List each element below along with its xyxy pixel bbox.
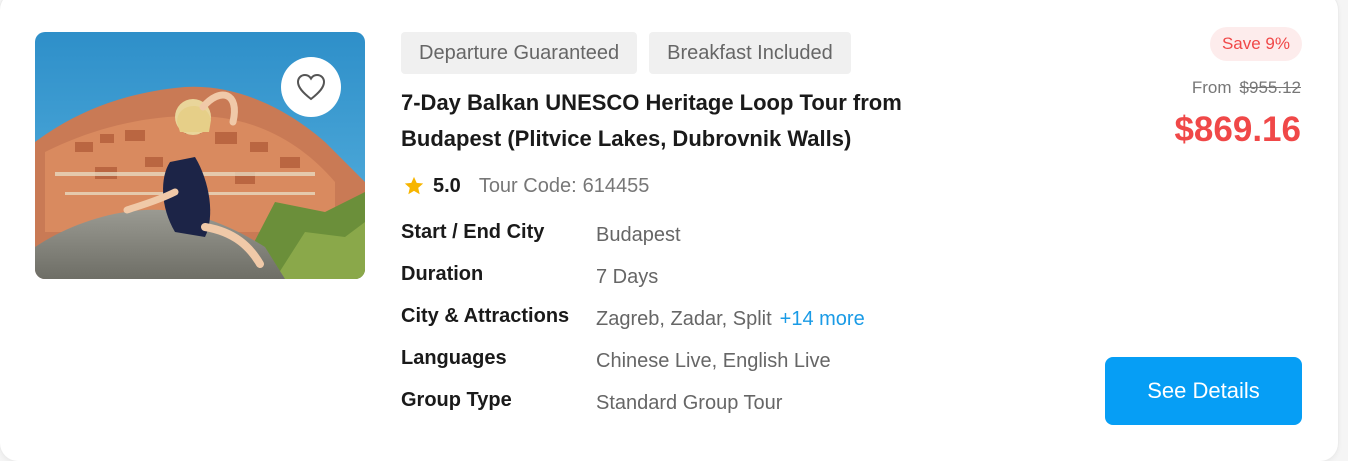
- detail-value: Chinese Live, English Live: [596, 350, 831, 372]
- detail-row-languages: Languages Chinese Live, English Live: [401, 344, 961, 386]
- original-price: $955.12: [1239, 78, 1301, 97]
- tour-title[interactable]: 7-Day Balkan UNESCO Heritage Loop Tour f…: [401, 85, 1001, 157]
- from-label: From: [1191, 78, 1232, 97]
- star-icon: [404, 176, 424, 195]
- tour-details: Start / End City Budapest Duration 7 Day…: [401, 218, 961, 428]
- detail-label: City & Attractions: [401, 305, 570, 327]
- current-price: $869.16: [1174, 110, 1301, 149]
- tour-image[interactable]: [35, 32, 365, 279]
- detail-value: 7 Days: [596, 266, 659, 288]
- detail-label: Start / End City: [401, 221, 545, 243]
- heart-outline-icon: [296, 73, 326, 101]
- detail-label: Duration: [401, 263, 484, 285]
- detail-row-start-end-city: Start / End City Budapest: [401, 218, 961, 260]
- original-price-row: From $955.12: [1192, 78, 1301, 98]
- tag-departure-guaranteed: Departure Guaranteed: [401, 32, 638, 74]
- tour-card: Departure Guaranteed Breakfast Included …: [0, 0, 1338, 461]
- detail-value: Zagreb, Zadar, Split: [596, 308, 772, 330]
- favorite-button[interactable]: [281, 57, 341, 117]
- rating-row: 5.0 Tour Code: 614455: [403, 171, 649, 201]
- detail-value: Budapest: [596, 224, 681, 246]
- detail-value-wrapper: Zagreb, Zadar, Split +14 more: [596, 308, 865, 331]
- tour-code-label: Tour Code:: [478, 174, 577, 197]
- rating-score: 5.0: [433, 174, 461, 197]
- detail-label: Group Type: [401, 389, 512, 411]
- tag-list: Departure Guaranteed Breakfast Included: [401, 32, 851, 74]
- detail-row-city-attractions: City & Attractions Zagreb, Zadar, Split +…: [401, 302, 961, 344]
- more-attractions-link[interactable]: +14 more: [780, 308, 865, 330]
- see-details-button[interactable]: See Details: [1105, 357, 1302, 425]
- detail-value: Standard Group Tour: [596, 392, 783, 414]
- tour-code-value: 614455: [582, 174, 650, 197]
- detail-row-group-type: Group Type Standard Group Tour: [401, 386, 961, 428]
- tag-breakfast-included: Breakfast Included: [649, 32, 851, 74]
- detail-row-duration: Duration 7 Days: [401, 260, 961, 302]
- save-badge: Save 9%: [1209, 27, 1302, 61]
- detail-label: Languages: [401, 347, 507, 369]
